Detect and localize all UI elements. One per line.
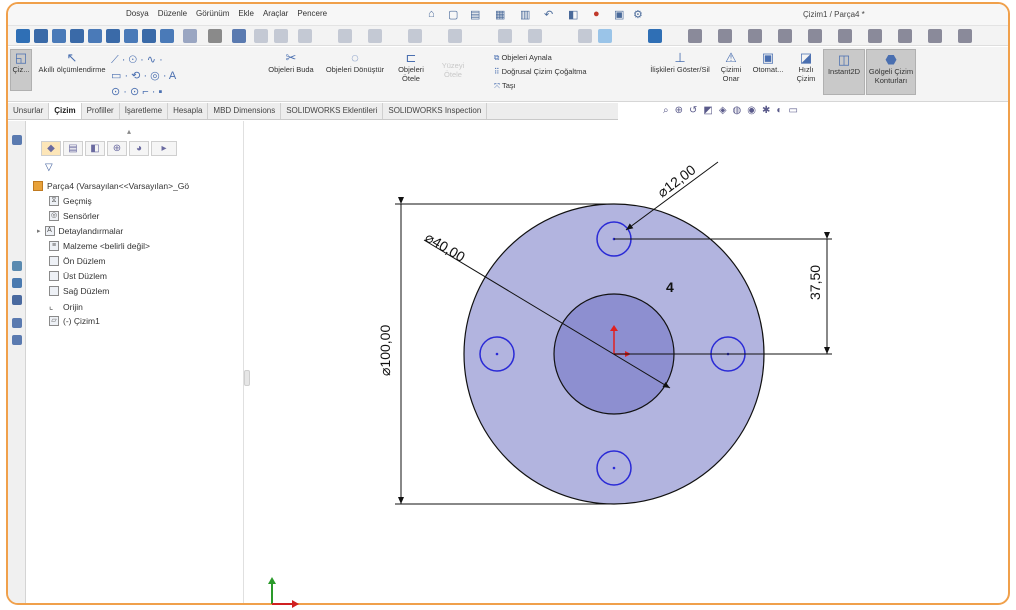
coordinate-triad [268, 577, 299, 608]
dim-hole-offset-label[interactable]: 37,50 [807, 265, 823, 300]
graphics-area[interactable]: ⌀100,00 ⌀40,00 ⌀12,00 37,50 4 [0, 0, 1016, 610]
pattern-instance-count[interactable]: 4 [666, 279, 674, 295]
dim-center-diameter-label[interactable]: ⌀40,00 [422, 229, 468, 265]
dim-outer-diameter-label[interactable]: ⌀100,00 [377, 325, 393, 376]
